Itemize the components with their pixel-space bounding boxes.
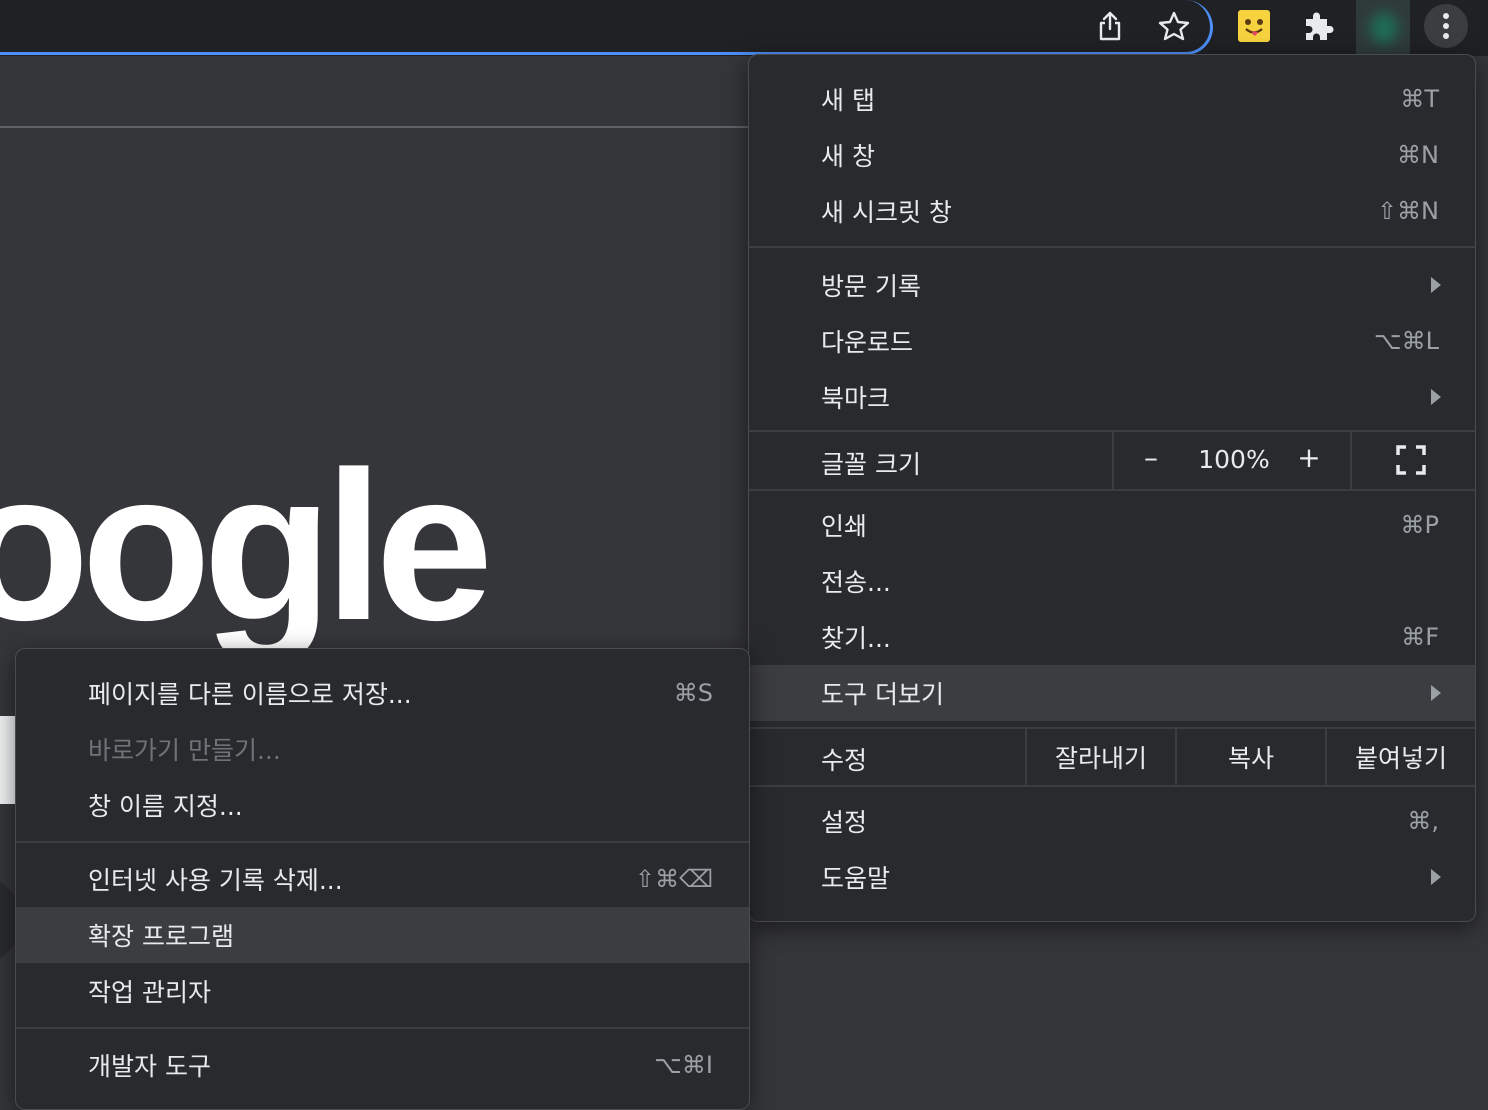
menu-item-history[interactable]: 방문 기록 (749, 257, 1475, 313)
browser-toolbar (0, 0, 1488, 56)
menu-item-clear-browsing-data[interactable]: 인터넷 사용 기록 삭제... ⇧⌘⌫ (16, 851, 749, 907)
edit-row: 수정 잘라내기 복사 붙여넣기 (749, 729, 1475, 785)
menu-item-shortcut: ⌘N (1397, 141, 1439, 169)
zoom-in-button[interactable]: + (1289, 441, 1329, 479)
submenu-arrow-icon (1431, 277, 1441, 293)
menu-item-shortcut: ⌘P (1400, 511, 1439, 539)
share-icon[interactable] (1090, 6, 1130, 46)
menu-item-label: 작업 관리자 (88, 978, 211, 1007)
paste-button[interactable]: 붙여넣기 (1327, 729, 1475, 785)
menu-item-label: 새 시크릿 창 (821, 198, 952, 227)
bookmarks-bar-area (0, 56, 750, 128)
profile-avatar[interactable] (1356, 0, 1410, 56)
menu-separator (749, 246, 1475, 248)
menu-item-settings[interactable]: 설정 ⌘, (749, 793, 1475, 849)
menu-item-label: 새 탭 (821, 86, 875, 115)
menu-item-downloads[interactable]: 다운로드 ⌥⌘L (749, 313, 1475, 369)
menu-item-find[interactable]: 찾기... ⌘F (749, 609, 1475, 665)
menu-item-shortcut: ⌥⌘L (1373, 327, 1439, 355)
menu-item-label: 창 이름 지정... (88, 792, 243, 821)
menu-item-shortcut: ⌘, (1407, 807, 1439, 835)
menu-separator (16, 1027, 749, 1029)
menu-item-label: 찾기... (821, 624, 891, 653)
menu-item-label: 개발자 도구 (88, 1052, 211, 1081)
menu-item-shortcut: ⇧⌘N (1376, 197, 1439, 225)
submenu-arrow-icon (1431, 389, 1441, 405)
menu-item-label: 전송... (821, 568, 891, 597)
star-icon[interactable] (1154, 6, 1194, 46)
menu-item-shortcut: ⇧⌘⌫ (634, 865, 713, 893)
menu-item-label: 바로가기 만들기... (88, 736, 281, 765)
menu-item-save-page[interactable]: 페이지를 다른 이름으로 저장... ⌘S (16, 665, 749, 721)
zoom-level: 100% (1198, 445, 1270, 474)
menu-item-label: 북마크 (821, 384, 891, 413)
zoom-row: 글꼴 크기 – 100% + (749, 431, 1475, 489)
menu-item-dev-tools[interactable]: 개발자 도구 ⌥⌘I (16, 1037, 749, 1093)
menu-item-bookmarks[interactable]: 북마크 (749, 369, 1475, 425)
menu-item-more-tools[interactable]: 도구 더보기 (749, 665, 1475, 721)
menu-item-cast[interactable]: 전송... (749, 553, 1475, 609)
menu-separator (16, 841, 749, 843)
submenu-arrow-icon (1431, 685, 1441, 701)
menu-separator (749, 785, 1475, 787)
fullscreen-icon[interactable] (1395, 444, 1427, 476)
divider (1350, 431, 1352, 489)
menu-separator (749, 489, 1475, 491)
menu-item-extensions[interactable]: 확장 프로그램 (16, 907, 749, 963)
menu-item-shortcut: ⌘T (1400, 85, 1439, 113)
menu-item-create-shortcut: 바로가기 만들기... (16, 721, 749, 777)
menu-item-label: 페이지를 다른 이름으로 저장... (88, 680, 412, 709)
zoom-label: 글꼴 크기 (821, 450, 921, 479)
menu-item-new-tab[interactable]: 새 탭 ⌘T (749, 71, 1475, 127)
menu-item-label: 인쇄 (821, 512, 868, 541)
more-menu-icon[interactable] (1424, 4, 1468, 48)
more-tools-submenu: 페이지를 다른 이름으로 저장... ⌘S 바로가기 만들기... 창 이름 지… (15, 648, 750, 1110)
menu-item-new-window[interactable]: 새 창 ⌘N (749, 127, 1475, 183)
menu-item-label: 도움말 (821, 864, 891, 893)
menu-item-label: 인터넷 사용 기록 삭제... (88, 866, 343, 895)
menu-item-label: 설정 (821, 808, 868, 837)
menu-item-label: 방문 기록 (821, 272, 921, 301)
menu-item-shortcut: ⌘F (1401, 623, 1439, 651)
menu-item-help[interactable]: 도움말 (749, 849, 1475, 905)
menu-item-name-window[interactable]: 창 이름 지정... (16, 777, 749, 833)
chrome-main-menu: 새 탭 ⌘T 새 창 ⌘N 새 시크릿 창 ⇧⌘N 방문 기록 다운로드 ⌥⌘L… (748, 54, 1476, 922)
menu-item-shortcut: ⌘S (673, 679, 713, 707)
puzzle-icon[interactable] (1298, 6, 1338, 46)
divider (1112, 431, 1114, 489)
menu-item-shortcut: ⌥⌘I (654, 1051, 713, 1079)
menu-item-label: 다운로드 (821, 328, 914, 357)
cut-button[interactable]: 잘라내기 (1027, 729, 1175, 785)
menu-item-task-manager[interactable]: 작업 관리자 (16, 963, 749, 1019)
extension-emoji-icon[interactable] (1234, 6, 1274, 46)
menu-item-new-incognito[interactable]: 새 시크릿 창 ⇧⌘N (749, 183, 1475, 239)
submenu-arrow-icon (1431, 869, 1441, 885)
menu-item-label: 도구 더보기 (821, 680, 944, 709)
copy-button[interactable]: 복사 (1177, 729, 1325, 785)
menu-item-label: 확장 프로그램 (88, 922, 234, 951)
edit-label: 수정 (821, 746, 868, 775)
google-logo: oogle (0, 427, 493, 664)
address-bar[interactable] (0, 0, 1213, 55)
zoom-out-button[interactable]: – (1131, 441, 1171, 479)
menu-item-print[interactable]: 인쇄 ⌘P (749, 497, 1475, 553)
menu-item-label: 새 창 (821, 142, 875, 171)
